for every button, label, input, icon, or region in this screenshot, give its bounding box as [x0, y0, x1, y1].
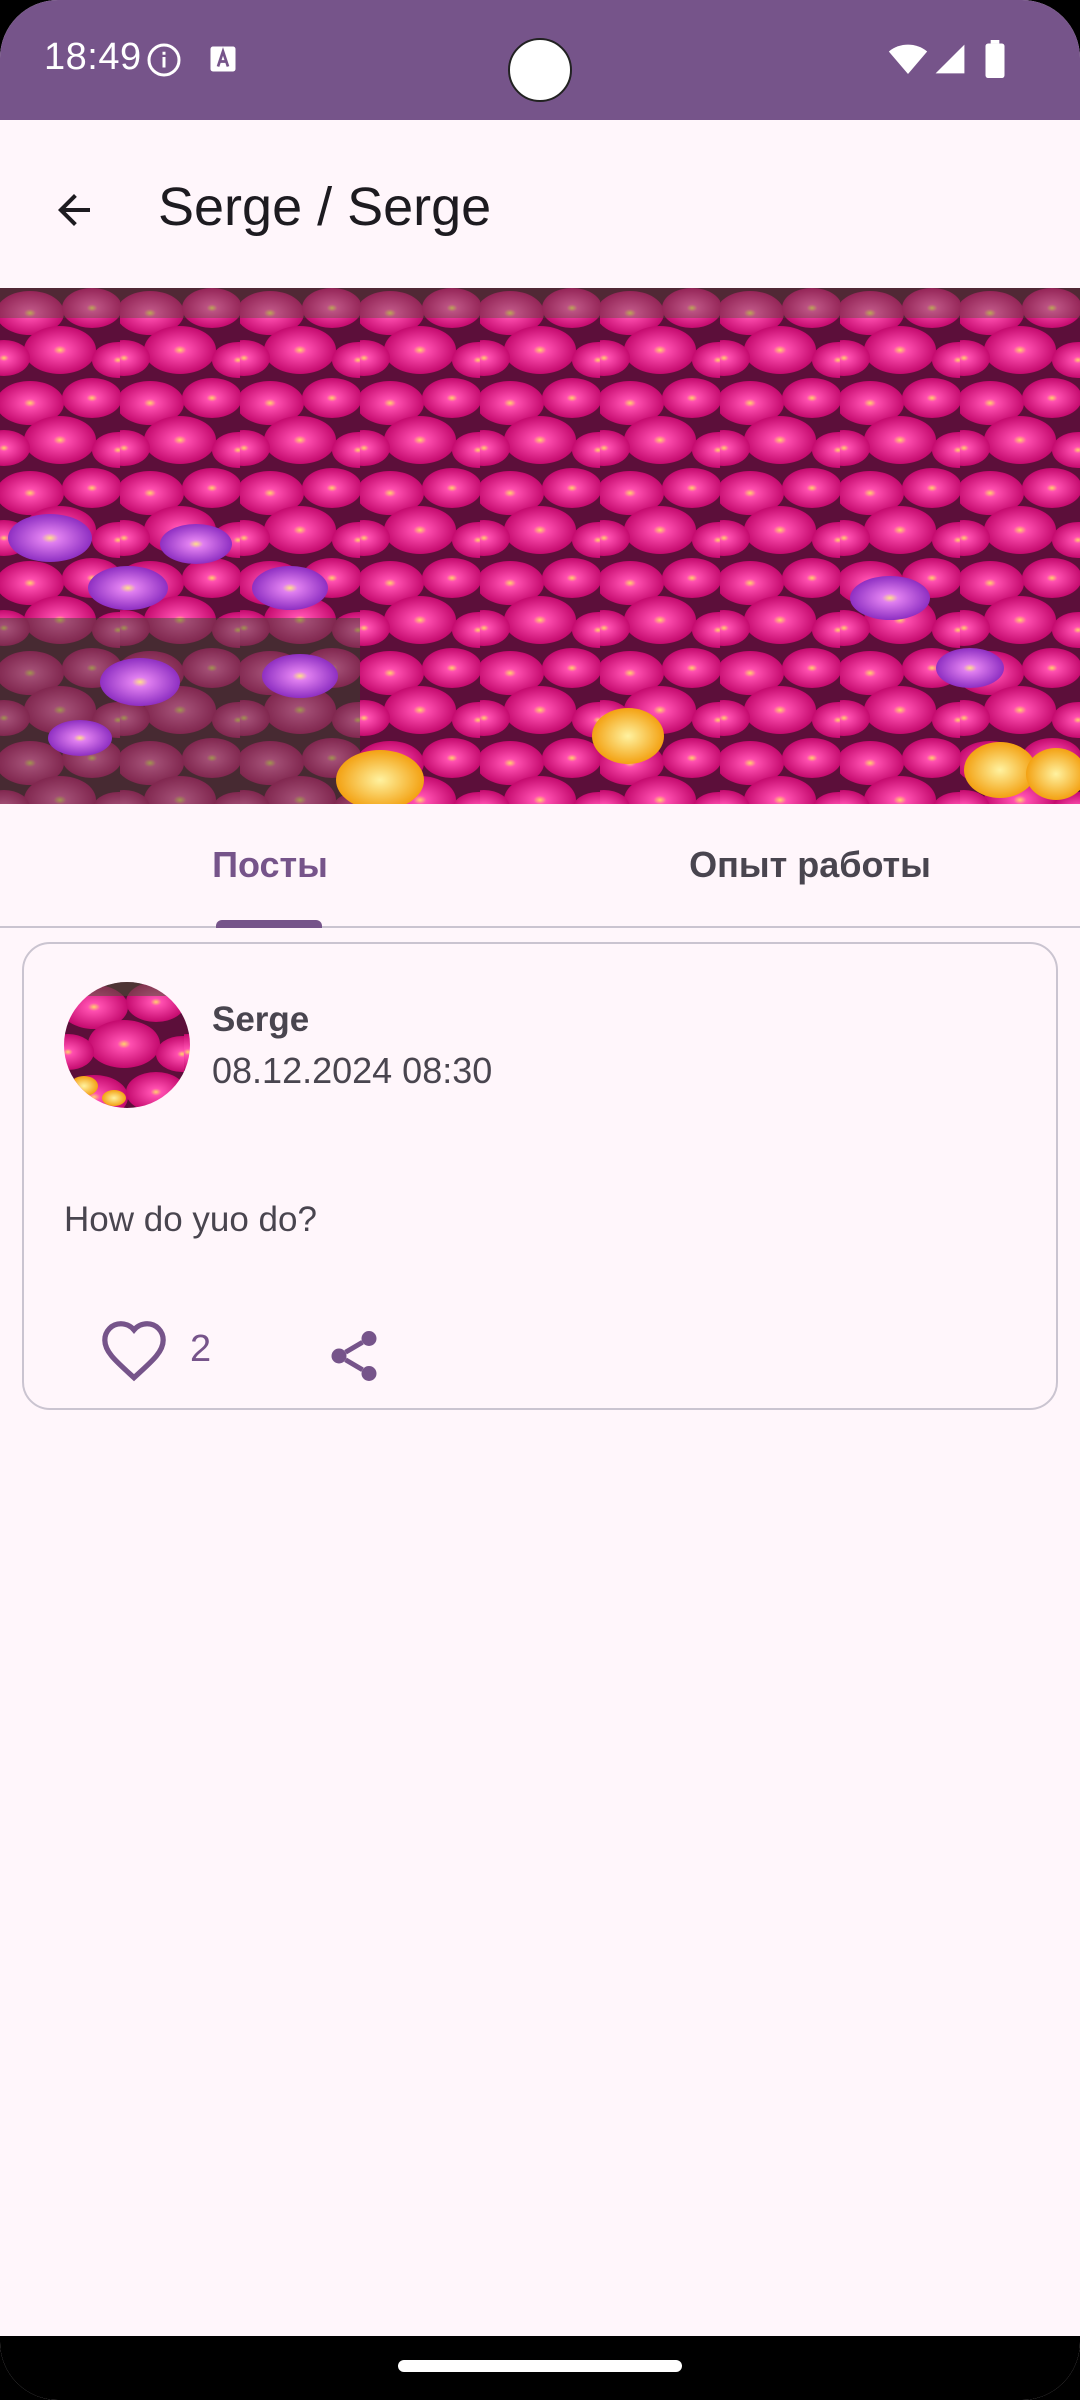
post-card[interactable]: Serge 08.12.2024 08:30 How do yuo do? 2 — [22, 942, 1058, 1410]
tab-work-experience[interactable]: Опыт работы — [540, 804, 1080, 926]
camera-cutout — [508, 38, 572, 102]
status-bar: 18:49 — [0, 0, 1080, 120]
tab-row: Посты Опыт работы — [0, 804, 1080, 928]
navigation-bar — [0, 2336, 1080, 2400]
post-text: How do yuo do? — [64, 1200, 317, 1239]
post-author: Serge — [212, 1000, 310, 1039]
wifi-icon — [888, 44, 928, 74]
share-icon — [331, 1331, 377, 1381]
avatar[interactable] — [64, 982, 190, 1108]
post-date: 08.12.2024 08:30 — [212, 1050, 493, 1091]
back-button[interactable] — [30, 166, 118, 254]
cover-image — [0, 288, 1080, 804]
info-icon — [147, 43, 181, 77]
top-app-bar: Serge / Serge — [0, 120, 1080, 288]
status-time: 18:49 — [44, 36, 142, 78]
page-title: Serge / Serge — [158, 177, 492, 237]
tab-indicator — [216, 920, 322, 928]
heart-outline-icon — [102, 1321, 166, 1382]
battery-icon — [985, 40, 1005, 78]
gesture-handle[interactable] — [398, 2360, 682, 2372]
like-count: 2 — [190, 1328, 212, 1370]
share-button[interactable] — [316, 1318, 392, 1394]
signal-icon — [935, 44, 965, 74]
a-icon — [210, 46, 236, 72]
tab-posts[interactable]: Посты — [0, 804, 540, 926]
arrow-back-icon — [58, 194, 90, 226]
profile-screen: 18:49 Serge / Serge Посты Опыт работы Se… — [0, 0, 1080, 2400]
like-button[interactable] — [94, 1310, 174, 1390]
